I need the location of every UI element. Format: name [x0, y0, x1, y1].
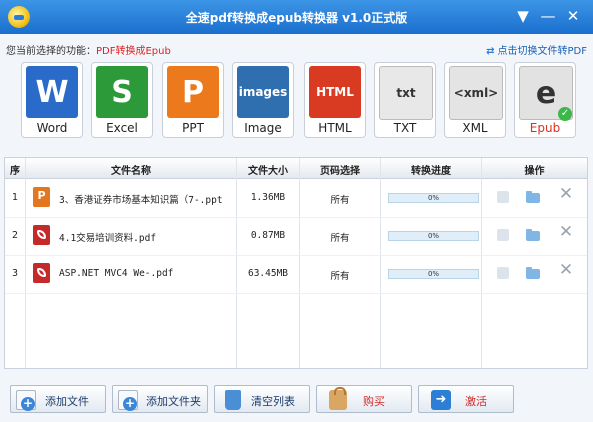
format-label: TXT	[393, 121, 417, 135]
row-index: 3	[11, 268, 19, 279]
file-table: 序 文件名称 文件大小 页码选择 转换进度 操作 1 3、香港证券市场基本知识篇（…	[4, 157, 588, 369]
row-index: 1	[11, 192, 19, 203]
add-folder-button[interactable]: 添加文件夹	[112, 385, 208, 413]
add-file-button[interactable]: 添加文件	[10, 385, 106, 413]
activate-button[interactable]: ➜ 激活	[418, 385, 514, 413]
row-file-size: 0.87MB	[250, 230, 286, 241]
row-file-size: 63.45MB	[247, 268, 289, 279]
buy-button[interactable]: 购买	[316, 385, 412, 413]
delete-icon[interactable]: ✕	[558, 262, 574, 279]
format-label: HTML	[318, 121, 352, 135]
delete-icon[interactable]: ✕	[558, 186, 574, 203]
row-file-size: 1.36MB	[250, 192, 286, 203]
format-word-icon: W	[26, 66, 78, 118]
current-function: 您当前选择的功能：PDF转换成Epub	[6, 42, 171, 57]
switch-mode-label: 点击切换文件转PDF	[497, 46, 587, 57]
format-ppt-icon: P	[167, 66, 219, 118]
col-index: 序	[10, 166, 20, 177]
col-file-size: 文件大小	[248, 166, 288, 177]
format-excel-icon: S	[96, 66, 148, 118]
col-page-select: 页码选择	[320, 166, 360, 177]
title-bar: 全速pdf转换成epub转换器 v1.0正式版 ▼ — ✕	[0, 0, 593, 34]
clear-list-label: 清空列表	[251, 395, 295, 408]
current-function-value: PDF转换成Epub	[96, 46, 171, 57]
table-row[interactable]: 2 4.1交易培训资料.pdf 0.87MB 所有 0% ✕	[5, 217, 587, 256]
format-label: PPT	[182, 121, 204, 135]
add-file-label: 添加文件	[45, 395, 89, 408]
progress-bar: 0%	[388, 193, 479, 203]
format-excel-button[interactable]: S Excel	[91, 62, 153, 138]
trash-icon	[225, 390, 241, 410]
format-html-icon: HTML	[309, 66, 361, 118]
format-word-button[interactable]: W Word	[21, 62, 83, 138]
activate-arrow-icon: ➜	[431, 390, 451, 410]
add-folder-label: 添加文件夹	[146, 395, 201, 408]
buy-label: 购买	[363, 395, 385, 408]
progress-text: 0%	[427, 232, 440, 240]
format-label: Epub	[529, 121, 561, 135]
add-file-icon	[16, 390, 36, 411]
col-actions: 操作	[524, 166, 545, 177]
open-folder-icon[interactable]	[525, 227, 541, 243]
format-xml-icon: <xml>	[449, 66, 503, 120]
shopping-bag-icon	[329, 387, 347, 410]
row-page-select[interactable]: 所有	[300, 268, 380, 282]
progress-bar: 0%	[388, 231, 479, 241]
row-page-select[interactable]: 所有	[300, 230, 380, 244]
format-ppt-button[interactable]: P PPT	[162, 62, 224, 138]
open-file-icon[interactable]	[495, 189, 511, 205]
close-button[interactable]: ✕	[563, 6, 583, 26]
format-image-button[interactable]: images Image	[232, 62, 294, 138]
window-title: 全速pdf转换成epub转换器 v1.0正式版	[185, 11, 408, 25]
menu-dropdown-icon[interactable]: ▼	[513, 6, 533, 26]
open-file-icon[interactable]	[495, 227, 511, 243]
row-index: 2	[11, 230, 19, 241]
table-header: 序 文件名称 文件大小 页码选择 转换进度 操作	[5, 158, 587, 179]
format-xml-button[interactable]: <xml> XML	[444, 62, 506, 138]
row-file-name: 3、香港证券市场基本知识篇（7-.ppt	[59, 195, 223, 206]
format-html-button[interactable]: HTML HTML	[304, 62, 366, 138]
format-txt-button[interactable]: txt TXT	[374, 62, 436, 138]
format-label: Word	[36, 121, 68, 135]
delete-icon[interactable]: ✕	[558, 224, 574, 241]
table-row[interactable]: 1 3、香港证券市场基本知识篇（7-.ppt 1.36MB 所有 0% ✕	[5, 179, 587, 218]
progress-text: 0%	[427, 194, 440, 202]
format-label: Excel	[106, 121, 138, 135]
row-page-select[interactable]: 所有	[300, 192, 380, 206]
open-file-icon[interactable]	[495, 265, 511, 281]
format-txt-icon: txt	[379, 66, 433, 120]
format-label: XML	[462, 121, 488, 135]
pdf-file-icon	[33, 225, 50, 245]
ppt-file-icon	[33, 187, 50, 207]
col-progress: 转换进度	[411, 166, 451, 177]
col-file-name: 文件名称	[111, 166, 151, 177]
switch-mode-link[interactable]: ⇄ 点击切换文件转PDF	[486, 42, 587, 57]
row-file-name: ASP.NET MVC4 We-.pdf	[59, 268, 174, 279]
format-epub-button[interactable]: e Epub ✓	[514, 62, 576, 138]
format-label: Image	[244, 121, 282, 135]
add-folder-icon	[118, 390, 138, 411]
row-file-name: 4.1交易培训资料.pdf	[59, 233, 157, 244]
open-folder-icon[interactable]	[525, 189, 541, 205]
table-row[interactable]: 3 ASP.NET MVC4 We-.pdf 63.45MB 所有 0% ✕	[5, 255, 587, 294]
format-image-icon: images	[237, 66, 289, 118]
current-function-label: 您当前选择的功能：	[6, 46, 96, 57]
minimize-button[interactable]: —	[538, 6, 558, 26]
selected-check-icon: ✓	[558, 107, 572, 121]
activate-label: 激活	[465, 395, 487, 408]
progress-text: 0%	[427, 270, 440, 278]
open-folder-icon[interactable]	[525, 265, 541, 281]
progress-bar: 0%	[388, 269, 479, 279]
switch-arrows-icon: ⇄	[486, 46, 495, 57]
clear-list-button[interactable]: 清空列表	[214, 385, 310, 413]
pdf-file-icon	[33, 263, 50, 283]
